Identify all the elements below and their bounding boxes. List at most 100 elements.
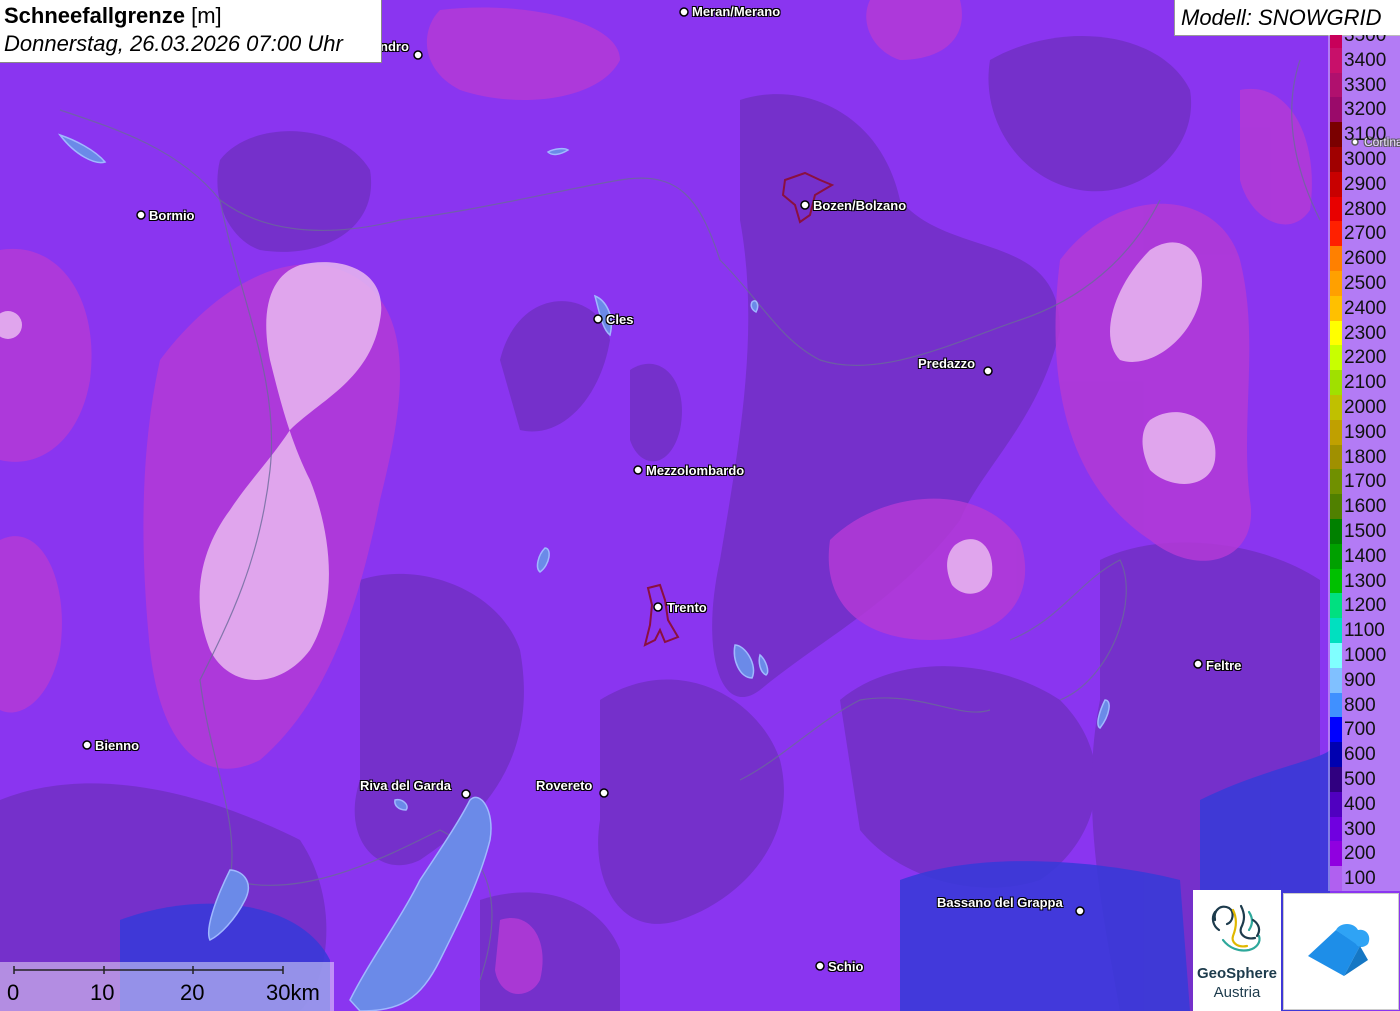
legend-swatch (1330, 320, 1342, 346)
legend-row: 2500 (1328, 271, 1400, 296)
legend-label: 1700 (1344, 471, 1387, 493)
legend-row: 3300 (1328, 72, 1400, 98)
legend-row: 1200 (1328, 593, 1400, 619)
legend-label: 2400 (1344, 297, 1387, 319)
legend-label: 2700 (1344, 223, 1387, 245)
legend-row: 2800 (1328, 196, 1400, 222)
legend-label: 300 (1344, 818, 1376, 840)
legend-row: 700 (1328, 717, 1400, 743)
legend-row: 1700 (1328, 469, 1400, 495)
legend-row: 1400 (1328, 543, 1400, 569)
legend-swatch (1330, 692, 1342, 718)
legend-row: 1800 (1328, 444, 1400, 470)
model-label: Modell: SNOWGRID (1181, 5, 1382, 30)
legend-swatch (1330, 643, 1342, 668)
legend-swatch (1330, 370, 1342, 395)
legend-row: 600 (1328, 742, 1400, 767)
snowfall-map[interactable] (0, 0, 1400, 1011)
legend-label: 2800 (1344, 198, 1387, 220)
legend-swatch (1330, 568, 1342, 594)
legend-swatch (1330, 47, 1342, 73)
scale-label-0: 0 (7, 980, 20, 1005)
map-datetime: Donnerstag, 26.03.2026 07:00 Uhr (4, 31, 343, 56)
legend-label: 700 (1344, 719, 1376, 741)
legend-label: 100 (1344, 868, 1376, 890)
legend-label: 2200 (1344, 347, 1387, 369)
geosphere-logo-text: GeoSphere (1196, 965, 1278, 982)
place-label-schio: Schio (828, 959, 864, 974)
legend-row: 2900 (1328, 171, 1400, 197)
app-logo[interactable] (1283, 893, 1399, 1010)
legend-label: 200 (1344, 843, 1376, 865)
legend-label: 400 (1344, 793, 1376, 815)
legend-row: 2300 (1328, 320, 1400, 346)
legend-swatch (1330, 667, 1342, 693)
legend-label: 2900 (1344, 173, 1387, 195)
legend-row: 3000 (1328, 147, 1400, 172)
legend-label: 3000 (1344, 149, 1387, 170)
legend-label: 2300 (1344, 322, 1387, 344)
legend-label: 2500 (1344, 273, 1387, 294)
place-label-bolzano: Bozen/Bolzano (813, 198, 907, 213)
place-label-predazzo: Predazzo (918, 356, 976, 371)
legend-label: 1500 (1344, 521, 1387, 542)
scale-label-10: 10 (90, 980, 115, 1005)
legend-swatch (1330, 791, 1342, 817)
place-label-bienno: Bienno (95, 738, 140, 753)
place-label-ndro: ndro (380, 39, 409, 54)
legend-label: 800 (1344, 694, 1376, 716)
legend-label: 1600 (1344, 496, 1387, 518)
legend-row: 3400 (1328, 47, 1400, 73)
legend-label: 3500 (1344, 35, 1387, 46)
map-title: Schneefallgrenze [m] (4, 3, 222, 29)
legend-swatch (1330, 97, 1342, 123)
legend-swatch (1330, 444, 1342, 470)
scale-label-20: 20 (180, 980, 205, 1005)
place-label-trento: Trento (667, 600, 707, 615)
place-label-cles: Cles (606, 312, 634, 327)
legend-swatch (1330, 147, 1342, 172)
legend-swatch (1330, 196, 1342, 222)
legend-row: 1300 (1328, 568, 1400, 594)
legend-label: 2100 (1344, 372, 1387, 394)
geosphere-logo-subtext: Austria (1213, 984, 1261, 1001)
legend-swatch (1330, 469, 1342, 495)
legend-swatch (1330, 866, 1342, 891)
legend-label: 1900 (1344, 421, 1387, 443)
place-label-rovereto: Rovereto (536, 778, 593, 793)
legend-row: 100 (1328, 866, 1400, 891)
geosphere-logo[interactable]: GeoSphere Austria (1193, 890, 1281, 1011)
cloud-arrow-icon (1308, 924, 1370, 976)
legend-swatch (1330, 618, 1342, 643)
legend-row: 1500 (1328, 519, 1400, 544)
legend-row: 300 (1328, 816, 1400, 842)
legend-label: 2000 (1344, 397, 1387, 418)
legend-row: 1100 (1328, 618, 1400, 643)
legend-label: 500 (1344, 769, 1376, 790)
legend-swatch (1330, 221, 1342, 247)
scale-bar: 0 10 20 30km (0, 962, 334, 1011)
legend-label: 3300 (1344, 74, 1387, 96)
legend-label: 900 (1344, 669, 1376, 691)
legend-row: 2700 (1328, 221, 1400, 247)
legend-swatch (1330, 419, 1342, 445)
legend-row: 2000 (1328, 395, 1400, 420)
model-box: Modell: SNOWGRID (1174, 0, 1400, 36)
legend-swatch (1330, 841, 1342, 867)
legend-row: 2400 (1328, 295, 1400, 321)
place-label-meran: Meran/Merano (692, 4, 781, 19)
legend-swatch (1330, 295, 1342, 321)
legend-swatch (1330, 122, 1342, 147)
legend-swatch (1330, 742, 1342, 767)
legend-row: 3200 (1328, 97, 1400, 123)
legend-row: 1600 (1328, 494, 1400, 519)
legend-swatch (1330, 717, 1342, 743)
legend-label: 3400 (1344, 49, 1387, 71)
legend-label: 3100 (1344, 124, 1387, 146)
legend-swatch (1330, 271, 1342, 296)
legend-label: 1800 (1344, 446, 1387, 468)
legend-swatch (1330, 767, 1342, 792)
place-label-feltre: Feltre (1206, 658, 1242, 673)
legend-row: 3500 (1328, 35, 1400, 48)
map-title-text: Schneefallgrenze (4, 3, 185, 28)
